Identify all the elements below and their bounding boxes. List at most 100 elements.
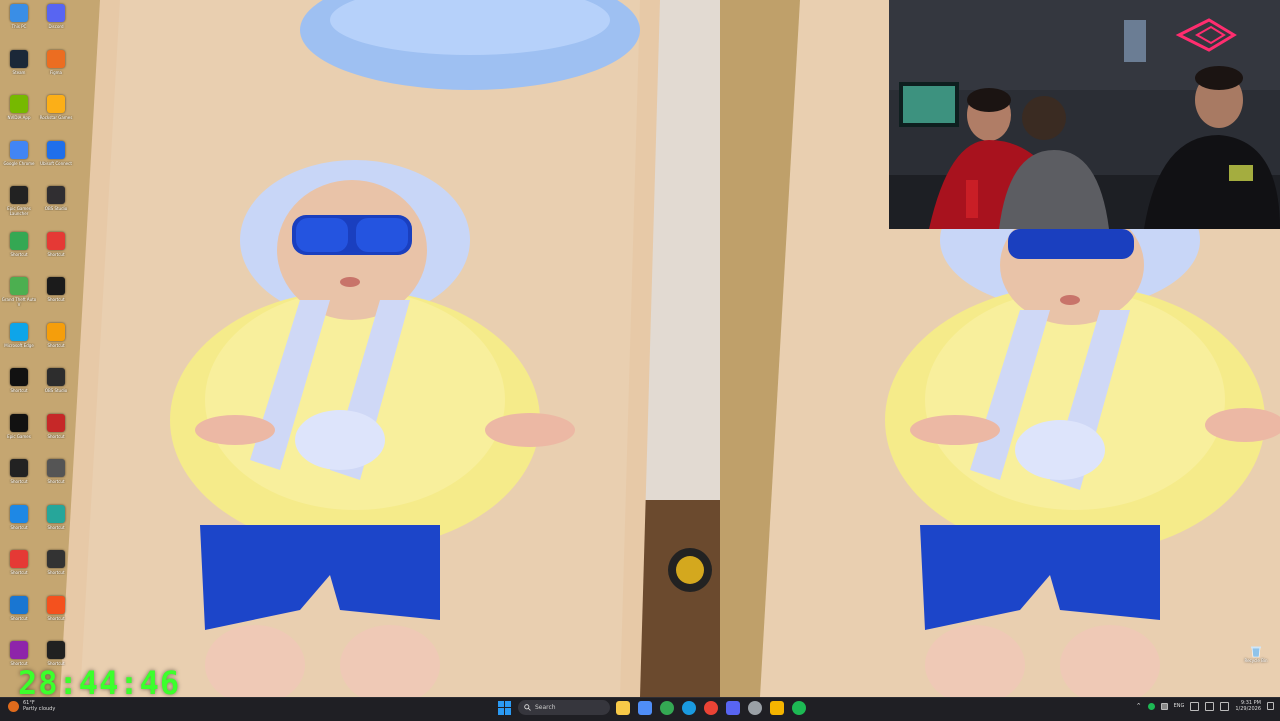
taskbar: 61°F Partly cloudy Search ⌃ ENG 9:31 PM … — [0, 697, 1280, 721]
shortcut-icon — [47, 231, 65, 250]
recycle-bin-label: Recycle Bin — [1244, 658, 1268, 663]
desktop-shortcut[interactable]: Shortcut — [38, 459, 74, 503]
search-placeholder: Search — [535, 704, 556, 711]
desktop-shortcut[interactable]: Ubisoft Connect — [38, 140, 74, 185]
shortcut-label: Shortcut — [47, 570, 65, 575]
volume-icon[interactable] — [1205, 701, 1215, 711]
shortcut-label: Epic Games — [7, 433, 31, 439]
desktop-shortcut[interactable]: Google Chrome — [1, 140, 37, 185]
tray-app-icon-2[interactable] — [1160, 702, 1168, 710]
shortcut-icon — [47, 322, 65, 341]
desktop-shortcut[interactable]: Shortcut — [1, 595, 37, 640]
shortcut-label: Shortcut — [10, 479, 28, 484]
taskbar-clock[interactable]: 9:31 PM 1/29/2026 — [1235, 700, 1261, 712]
desktop-shortcut[interactable]: Microsoft Edge — [1, 322, 37, 367]
recycle-bin-shortcut[interactable]: Recycle Bin — [1238, 644, 1274, 663]
desktop-shortcut[interactable]: OBS Studio — [38, 368, 74, 412]
shortcut-label: Shortcut — [10, 388, 28, 393]
desktop-shortcut[interactable]: Shortcut — [38, 550, 74, 594]
shortcut-icon — [10, 459, 28, 477]
taskbar-search-box[interactable]: Search — [518, 700, 610, 715]
shortcut-icon — [10, 368, 28, 386]
shortcut-icon — [10, 550, 28, 568]
system-tray: ⌃ ENG 9:31 PM 1/29/2026 — [1136, 700, 1274, 712]
desktop-shortcut[interactable]: Shortcut — [1, 550, 37, 594]
desktop-shortcut[interactable]: OBS Studio — [38, 186, 74, 230]
stream-timer: 28:44:46 — [18, 664, 181, 697]
shortcut-label: Ubisoft Connect — [40, 160, 72, 166]
shortcut-label: Rockstar Games — [39, 115, 73, 120]
shortcut-icon — [47, 641, 65, 659]
shortcut-icon — [10, 4, 28, 22]
shortcut-icon — [47, 504, 65, 523]
shortcut-label: Shortcut — [47, 251, 65, 257]
network-icon[interactable] — [1190, 701, 1200, 711]
windows-logo-icon — [498, 700, 504, 707]
desktop-shortcut[interactable]: Rockstar Games — [38, 95, 74, 139]
desktop-shortcut[interactable]: Shortcut — [1, 459, 37, 503]
desktop-shortcut[interactable]: Shortcut — [1, 231, 37, 276]
shortcut-label: Shortcut — [47, 297, 65, 302]
desktop-shortcut[interactable]: Epic Games — [1, 413, 37, 458]
shortcut-icon — [10, 413, 28, 432]
desktop-shortcut[interactable]: Shortcut — [38, 231, 74, 276]
shortcut-icon — [10, 504, 28, 523]
desktop-shortcut[interactable]: Grand Theft Auto V — [1, 277, 37, 321]
language-indicator[interactable]: ENG — [1174, 703, 1185, 709]
desktop-shortcut[interactable]: Epic Games Launcher — [1, 186, 37, 230]
search-icon — [524, 704, 531, 711]
edge-icon[interactable] — [682, 700, 696, 715]
desktop-shortcut[interactable]: This PC — [1, 4, 37, 48]
start-button[interactable] — [498, 700, 512, 715]
recycle-bin-icon — [1251, 646, 1261, 658]
tray-app-icon[interactable] — [1147, 702, 1155, 710]
shortcut-icon — [47, 459, 65, 477]
shortcut-icon — [10, 277, 28, 295]
spotify-icon[interactable] — [792, 700, 806, 715]
chevron-up-icon[interactable]: ⌃ — [1136, 702, 1142, 710]
battery-icon[interactable] — [1220, 701, 1230, 711]
shortcut-icon — [47, 368, 65, 386]
chrome-alt-icon[interactable] — [704, 700, 718, 715]
shortcut-icon — [10, 641, 28, 659]
shortcut-label: Shortcut — [47, 342, 65, 348]
shortcut-icon — [10, 95, 28, 113]
shortcut-label: Microsoft Edge — [4, 342, 34, 348]
shortcut-label: Shortcut — [47, 479, 65, 484]
desktop-shortcut[interactable]: Shortcut — [1, 368, 37, 412]
file-explorer-icon[interactable] — [616, 700, 630, 715]
shortcut-icon — [47, 95, 65, 113]
shortcut-icon — [47, 550, 65, 568]
chrome-icon[interactable] — [660, 700, 674, 715]
shortcut-icon — [47, 4, 65, 22]
shortcut-icon — [10, 322, 28, 341]
desktop-shortcut[interactable]: Shortcut — [38, 277, 74, 321]
desktop-shortcut[interactable]: NVIDIA App — [1, 95, 37, 139]
clock-date: 1/29/2026 — [1235, 706, 1261, 712]
wallpaper-photo-left — [0, 0, 720, 697]
discord-icon[interactable] — [726, 700, 740, 715]
shortcut-label: Shortcut — [10, 251, 28, 257]
shortcut-label: Steam — [12, 69, 26, 75]
desktop-shortcut[interactable]: Shortcut — [1, 504, 37, 549]
desktop-shortcut[interactable]: Shortcut — [38, 413, 74, 458]
weather-widget[interactable]: 61°F Partly cloudy — [8, 700, 55, 712]
notification-icon[interactable] — [1267, 702, 1274, 710]
copilot-icon[interactable] — [638, 700, 652, 715]
desktop-shortcut[interactable]: Figma — [38, 49, 74, 94]
shortcut-label: OBS Studio — [44, 206, 68, 211]
desktop-icon-grid: This PC Discord Steam Figma NVIDIA App Rockst… — [0, 0, 80, 680]
shortcut-icon — [47, 413, 65, 432]
weather-description: Partly cloudy — [23, 706, 56, 712]
desktop-shortcut[interactable]: Shortcut — [38, 595, 74, 640]
shortcut-label: Shortcut — [10, 524, 28, 530]
settings-icon[interactable] — [748, 700, 762, 715]
shortcut-label: Google Chrome — [3, 160, 35, 166]
desktop-shortcut[interactable]: Shortcut — [38, 322, 74, 367]
desktop-shortcut[interactable]: Steam — [1, 49, 37, 94]
desktop-shortcut[interactable]: Discord — [38, 4, 74, 48]
shortcut-icon — [47, 595, 65, 614]
desktop-shortcut[interactable]: Shortcut — [38, 504, 74, 549]
folder-icon[interactable] — [770, 700, 784, 715]
shortcut-icon — [10, 595, 28, 614]
